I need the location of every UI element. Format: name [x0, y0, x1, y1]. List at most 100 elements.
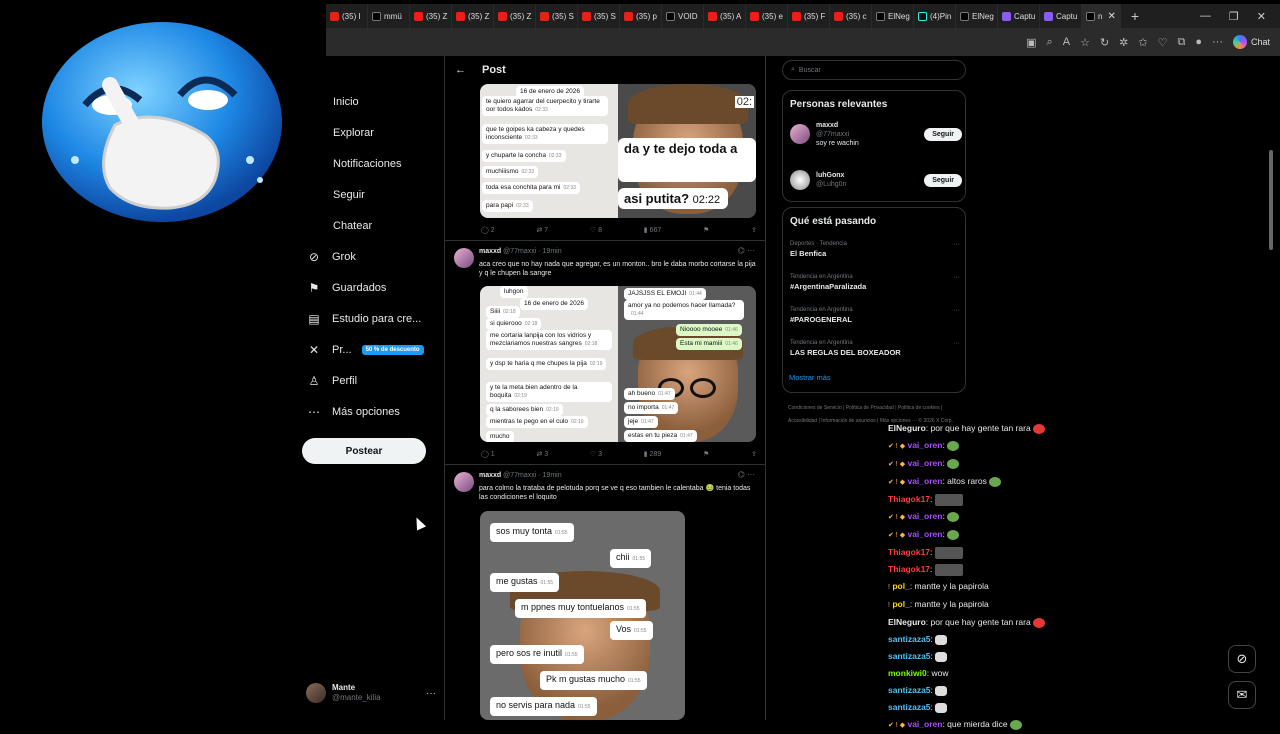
browser-tab[interactable]: Captu	[998, 4, 1040, 28]
author-name[interactable]: maxxd	[479, 248, 501, 255]
chat-username[interactable]: vai_oren	[907, 511, 942, 521]
page-scrollbar[interactable]	[1268, 60, 1274, 710]
tweet-more-icon[interactable]: ⌬ ···	[738, 470, 755, 479]
browser-tab[interactable]: VOID	[662, 4, 704, 28]
sidebar-item-seguir[interactable]: Seguir	[333, 185, 365, 205]
sidebar-item-más-opciones[interactable]: ⋯ Más opciones	[306, 402, 400, 422]
favorite-star-icon[interactable]: ☆	[1080, 36, 1090, 49]
author-name[interactable]: maxxd	[479, 472, 501, 479]
browser-tab[interactable]: ElNeg	[872, 4, 914, 28]
sidebar-item-grok[interactable]: ⊘ Grok	[306, 247, 356, 267]
sidebar-item-explorar[interactable]: Explorar	[333, 123, 374, 143]
chat-username[interactable]: Thiagok17	[888, 564, 930, 574]
chat-username[interactable]: pol_	[892, 599, 909, 609]
sidebar-item-chatear[interactable]: Chatear	[333, 216, 372, 236]
chat-username[interactable]: pol_	[892, 581, 909, 591]
sidebar-item-perfil[interactable]: ♙ Perfil	[306, 371, 357, 391]
sidebar-item-pr[interactable]: ✕ Pr... 50 % de descuento	[306, 340, 424, 360]
browser-tab[interactable]: (35) I	[326, 4, 368, 28]
browser-tab[interactable]: (4)Pin	[914, 4, 956, 28]
copilot-chat-button[interactable]: Chat	[1232, 35, 1270, 49]
follow-button[interactable]: Seguir	[924, 173, 962, 187]
chat-username[interactable]: monkiwi0	[888, 668, 927, 678]
tweet-more-icon[interactable]: ⌬ ···	[738, 246, 755, 255]
chat-username[interactable]: santizaza5	[888, 702, 931, 712]
sidebar-item-notificaciones[interactable]: Notificaciones	[333, 154, 401, 174]
extensions-icon[interactable]: ✲	[1119, 36, 1128, 49]
tweet-media[interactable]: sos muy tonta 01:55 chii 01:55 me gustas 01:5…	[480, 511, 685, 720]
chat-username[interactable]: vai_oren	[907, 476, 942, 486]
browser-tab-active[interactable]: n ✕	[1082, 4, 1121, 28]
chat-username[interactable]: santizaza5	[888, 634, 931, 644]
browser-tab[interactable]: (35) S	[536, 4, 578, 28]
tweet-media[interactable]: luhgon 16 de enero de 2026 Siiii 02:18 si qu…	[480, 286, 756, 442]
profile-icon[interactable]: ●	[1195, 36, 1202, 48]
browser-tab[interactable]: (35) A	[704, 4, 746, 28]
post-button[interactable]: Postear	[302, 438, 426, 464]
minimize-icon[interactable]: —	[1200, 10, 1211, 23]
reply-button[interactable]: ◯ 1	[481, 450, 495, 458]
chat-username[interactable]: Thiagok17	[888, 547, 930, 557]
trend-more-icon[interactable]: ···	[953, 240, 960, 249]
scroll-thumb[interactable]	[1269, 150, 1273, 250]
favorites-icon[interactable]: ✩	[1138, 36, 1147, 49]
close-tab-icon[interactable]: ✕	[1107, 11, 1115, 22]
bookmark-button[interactable]: ⚑	[703, 226, 709, 234]
account-switcher[interactable]: Mante @mante_kilia ···	[306, 680, 436, 706]
browser-tab[interactable]: (35) Z	[410, 4, 452, 28]
chat-username[interactable]: vai_oren	[907, 440, 942, 450]
browser-tab[interactable]: (35) F	[788, 4, 830, 28]
back-arrow-icon[interactable]: ←	[455, 64, 466, 76]
like-button[interactable]: ♡ 3	[590, 450, 602, 458]
trend-more-icon[interactable]: ···	[953, 339, 960, 348]
chat-username[interactable]: vai_oren	[907, 458, 942, 468]
browser-tab[interactable]: Captu	[1040, 4, 1082, 28]
views-count[interactable]: ▮ 667	[644, 226, 661, 234]
repost-button[interactable]: ⇄ 7	[536, 226, 548, 234]
sidebar-item-guardados[interactable]: ⚑ Guardados	[306, 278, 387, 298]
split-screen-icon[interactable]: ▣	[1026, 36, 1036, 49]
chat-username[interactable]: vai_oren	[907, 529, 942, 539]
refresh-icon[interactable]: ↻	[1100, 36, 1109, 49]
browser-tab[interactable]: (35) c	[830, 4, 872, 28]
browser-tab[interactable]: (35) p	[620, 4, 662, 28]
zoom-icon[interactable]: ⌕	[1047, 36, 1053, 49]
trend-item[interactable]: Deportes · Tendencia El Benfica ···	[790, 240, 960, 258]
trend-item[interactable]: Tendencia en Argentina #ArgentinaParaliza…	[790, 273, 960, 291]
person-row[interactable]: maxxd @77maxxi soy re wachin Seguir	[790, 121, 962, 147]
browser-tab[interactable]: (35) e	[746, 4, 788, 28]
chat-username[interactable]: vai_oren	[907, 719, 942, 729]
search-input[interactable]: ⌕ Buscar	[782, 60, 966, 80]
collections-icon[interactable]: ⧉	[1177, 36, 1185, 49]
browser-tab[interactable]: ElNeg	[956, 4, 998, 28]
like-button[interactable]: ♡ 8	[590, 226, 602, 234]
share-button[interactable]: ⇪	[751, 450, 757, 458]
address-field[interactable]	[336, 33, 996, 51]
more-menu-icon[interactable]: ···	[1212, 36, 1223, 48]
avatar[interactable]	[454, 472, 474, 492]
read-aloud-icon[interactable]: A	[1063, 36, 1070, 48]
chat-username[interactable]: ElNeguro	[888, 617, 926, 627]
trend-more-icon[interactable]: ···	[953, 306, 960, 315]
grok-fab-button[interactable]: ⊘	[1228, 645, 1256, 673]
browser-tab[interactable]: (35) Z	[452, 4, 494, 28]
browser-tab[interactable]: (35) S	[578, 4, 620, 28]
show-more-link[interactable]: Mostrar más	[789, 373, 831, 382]
new-tab-button[interactable]: +	[1121, 8, 1149, 24]
browser-tab[interactable]: (35) Z	[494, 4, 536, 28]
person-row[interactable]: luhGonx @Luhg0n Seguir	[790, 167, 962, 193]
chat-username[interactable]: santizaza5	[888, 685, 931, 695]
follow-button[interactable]: Seguir	[924, 127, 962, 141]
close-window-icon[interactable]: ✕	[1257, 10, 1266, 23]
browser-tab[interactable]: mmü	[368, 4, 410, 28]
restore-icon[interactable]: ❐	[1229, 10, 1239, 23]
chat-username[interactable]: Thiagok17	[888, 494, 930, 504]
bookmark-button[interactable]: ⚑	[703, 450, 709, 458]
trend-item[interactable]: Tendencia en Argentina LAS REGLAS DEL BOX…	[790, 339, 960, 357]
trend-item[interactable]: Tendencia en Argentina #PAROGENERAL ···	[790, 306, 960, 324]
trend-more-icon[interactable]: ···	[953, 273, 960, 282]
sidebar-item-estudio-para-cre[interactable]: ▤ Estudio para cre...	[306, 309, 421, 329]
share-button[interactable]: ⇪	[751, 226, 757, 234]
tweet-media[interactable]: 16 de enero de 2026 te quiero agarrar del…	[480, 84, 756, 218]
sidebar-item-inicio[interactable]: Inicio	[333, 92, 359, 112]
